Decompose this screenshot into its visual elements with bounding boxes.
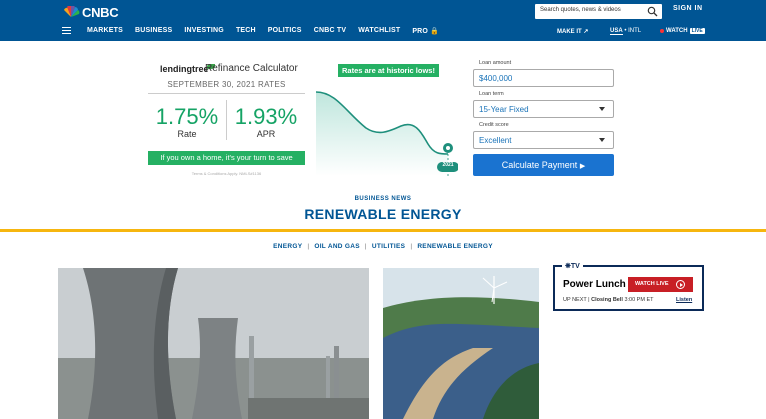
top-header: CNBC Search quotes, news & videos SIGN I… xyxy=(0,0,766,41)
ad-cta-banner[interactable]: If you own a home, it's your turn to sav… xyxy=(148,151,305,165)
nav-cnbc-tv[interactable]: CNBC TV xyxy=(314,27,347,35)
arrow-right-icon: ▶ xyxy=(579,163,586,170)
subnav-oil-and-gas[interactable]: OIL AND GAS xyxy=(314,243,360,250)
menu-icon[interactable] xyxy=(62,27,71,35)
cnbc-logo[interactable]: CNBC xyxy=(62,4,119,20)
watch-live-link[interactable]: WATCH LIVE xyxy=(660,28,705,34)
watch-live-label: WATCH LIVE xyxy=(635,281,669,287)
credit-score-value: Excellent xyxy=(479,136,512,145)
live-dot-icon xyxy=(660,29,664,33)
loan-term-select[interactable]: 15-Year Fixed xyxy=(473,100,614,118)
calculate-payment-button[interactable]: Calculate Payment ▶ xyxy=(473,154,614,176)
watch-label: WATCH xyxy=(666,28,688,34)
ad-title: Refinance Calculator xyxy=(205,63,298,74)
region-switch: USA • INTL xyxy=(610,28,641,35)
search-placeholder: Search quotes, news & videos xyxy=(540,7,621,13)
loan-term-value: 15-Year Fixed xyxy=(479,105,529,114)
listen-link[interactable]: Listen xyxy=(676,297,692,303)
peacock-icon xyxy=(64,6,80,17)
make-it-label: MAKE IT xyxy=(557,29,582,35)
tv-logo-text: TV xyxy=(570,263,580,270)
cooling-towers-image[interactable] xyxy=(58,268,369,419)
lock-icon: 🔒 xyxy=(430,28,440,35)
terms-text[interactable]: Terms & Conditions Apply. NMLS#1136 xyxy=(148,171,305,176)
loan-amount-label: Loan amount xyxy=(479,60,512,66)
section-divider xyxy=(0,229,766,232)
loan-amount-input[interactable]: $400,000 xyxy=(473,69,614,87)
up-next-prefix: UP NEXT | xyxy=(563,297,590,303)
page-title: RENEWABLE ENERGY xyxy=(304,206,462,222)
up-next-time: 3:00 PM ET xyxy=(624,297,654,303)
credit-score-select[interactable]: Excellent xyxy=(473,131,614,149)
search-icon[interactable] xyxy=(647,6,658,17)
up-next-show: Closing Bell xyxy=(591,297,623,303)
brand-text: lendingtree xyxy=(160,64,209,74)
rate-label: Rate xyxy=(177,129,197,139)
search-input[interactable]: Search quotes, news & videos xyxy=(535,4,662,19)
historic-lows-badge: Rates are at historic lows! xyxy=(338,64,439,77)
up-next-text: UP NEXT | Closing Bell 3:00 PM ET xyxy=(563,297,654,303)
nav-business[interactable]: BUSINESS xyxy=(135,27,172,35)
watch-live-button[interactable]: WATCH LIVE xyxy=(628,277,693,292)
sign-in-link[interactable]: SIGN IN xyxy=(673,5,703,12)
nav-investing[interactable]: INVESTING xyxy=(184,27,224,35)
nav-markets[interactable]: MARKETS xyxy=(87,27,123,35)
current-show-title: Power Lunch xyxy=(563,279,626,290)
cnbc-tv-logo[interactable]: ❋TV xyxy=(562,262,583,270)
region-usa[interactable]: USA xyxy=(610,28,623,35)
rates-date: SEPTEMBER 30, 2021 RATES xyxy=(167,80,286,89)
apr-label: APR xyxy=(256,129,276,139)
rate-trend-chart xyxy=(316,91,458,176)
nav-politics[interactable]: POLITICS xyxy=(268,27,302,35)
loan-amount-value: $400,000 xyxy=(479,74,513,83)
divider xyxy=(148,93,305,94)
credit-score-label: Credit score xyxy=(479,122,509,128)
nav-tech[interactable]: TECH xyxy=(236,27,256,35)
main-nav: MARKETS BUSINESS INVESTING TECH POLITICS… xyxy=(87,27,451,35)
nav-watchlist[interactable]: WATCHLIST xyxy=(358,27,400,35)
rate-value: 1.75% xyxy=(155,104,219,129)
subnav-utilities[interactable]: UTILITIES xyxy=(372,243,405,250)
live-badge: LIVE xyxy=(689,28,705,34)
nav-pro-label: PRO xyxy=(412,28,429,35)
loan-term-label: Loan term xyxy=(479,91,504,97)
region-separator: • xyxy=(624,28,627,34)
subnav-energy[interactable]: ENERGY xyxy=(273,243,302,250)
calculate-label: Calculate Payment xyxy=(501,160,578,170)
section-kicker[interactable]: BUSINESS NEWS xyxy=(0,196,766,202)
external-arrow-icon: ↗ xyxy=(583,29,589,35)
lendingtree-ad: lendingtree Refinance Calculator SEPTEMB… xyxy=(148,58,618,180)
apr-value: 1.93% xyxy=(234,104,298,129)
chevron-down-icon xyxy=(599,107,605,111)
region-intl[interactable]: INTL xyxy=(628,28,641,34)
make-it-link[interactable]: MAKE IT ↗ xyxy=(557,28,588,35)
solar-farm-image[interactable] xyxy=(383,268,539,419)
play-icon xyxy=(676,280,685,289)
sub-nav: ENERGY | OIL AND GAS | UTILITIES | RENEWABLE E… xyxy=(273,243,493,250)
chart-area xyxy=(316,92,448,176)
subnav-renewable-energy[interactable]: RENEWABLE ENERGY xyxy=(417,243,493,250)
logo-text: CNBC xyxy=(82,4,119,20)
chevron-down-icon xyxy=(599,138,605,142)
nav-pro[interactable]: PRO 🔒 xyxy=(412,27,439,35)
chart-year-label: 2021 xyxy=(442,162,454,168)
